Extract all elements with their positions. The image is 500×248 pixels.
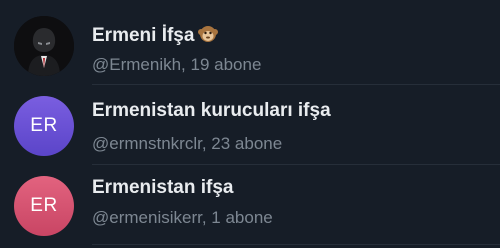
channel-title: Ermenistan ifşa — [92, 177, 234, 198]
monkey-emoji-icon — [197, 22, 219, 50]
channel-subtitle: @Ermenikh, 19 abone — [92, 55, 262, 74]
channel-search-results: Ermeni İfşa @Ermenikh, 19 abone ER Ermen… — [0, 0, 500, 248]
masked-figure-avatar-icon — [14, 16, 74, 76]
channel-row-ermeni-ifsa[interactable]: Ermeni İfşa @Ermenikh, 19 abone — [0, 0, 500, 84]
avatar: ER — [14, 96, 74, 156]
avatar — [14, 16, 74, 76]
avatar: ER — [14, 176, 74, 236]
channel-row-ermenistan-kuruculari-ifsa[interactable]: ER Ermenistan kurucuları ifşa @ermnstnkr… — [0, 85, 500, 169]
channel-title-text: Ermeni İfşa — [92, 25, 195, 46]
channel-title: Ermeni İfşa — [92, 22, 219, 50]
divider — [92, 244, 500, 245]
avatar-initials: ER — [30, 115, 58, 136]
channel-row-ermenistan-ifsa[interactable]: ER Ermenistan ifşa @ermenisikerr, 1 abon… — [0, 165, 500, 248]
channel-title: Ermenistan kurucuları ifşa — [92, 100, 331, 121]
channel-subtitle: @ermnstnkrclr, 23 abone — [92, 134, 283, 153]
channel-subtitle: @ermenisikerr, 1 abone — [92, 208, 273, 227]
avatar-initials: ER — [30, 195, 58, 216]
